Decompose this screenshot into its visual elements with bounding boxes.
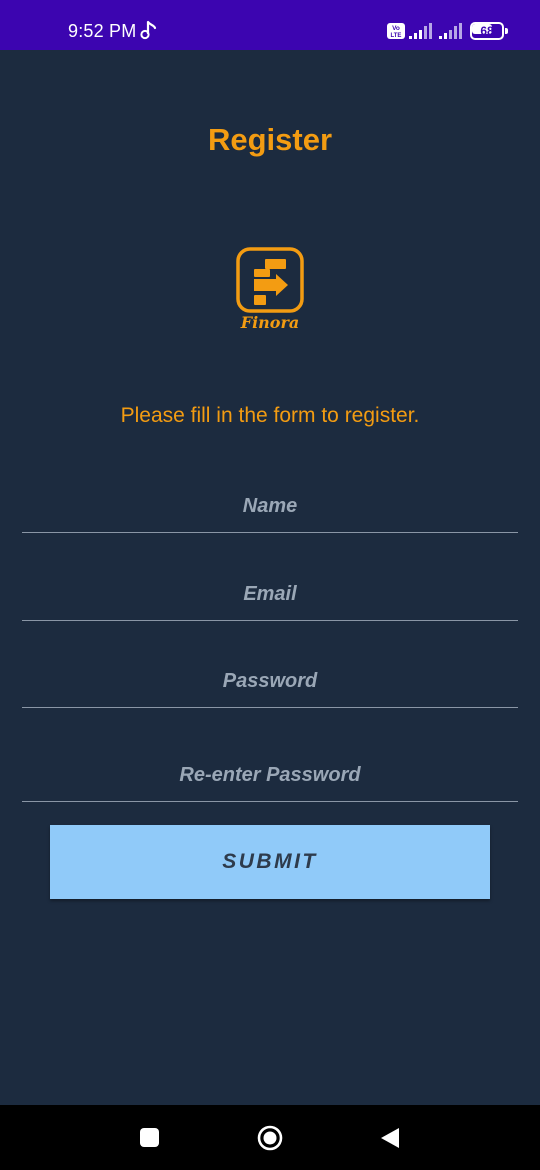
submit-button[interactable]: SUBMIT	[50, 825, 490, 899]
status-bar: 9:52 PM Vo LTE 68	[0, 0, 540, 50]
recents-icon[interactable]	[140, 1128, 159, 1147]
reenter-password-field	[22, 750, 518, 802]
finora-logo-icon	[236, 247, 304, 313]
status-time: 9:52 PM	[68, 21, 137, 41]
home-icon[interactable]	[257, 1125, 283, 1151]
password-field	[22, 656, 518, 708]
battery-icon: 68	[470, 22, 508, 40]
email-input[interactable]	[22, 569, 518, 620]
email-field	[22, 569, 518, 621]
music-note-icon	[140, 20, 157, 40]
name-input[interactable]	[22, 481, 518, 532]
navigation-bar	[0, 1105, 540, 1170]
name-field	[22, 481, 518, 533]
logo-text: Finora	[240, 313, 300, 332]
battery-level: 68	[480, 24, 494, 38]
signal-icon	[439, 23, 462, 39]
form-instructions: Please fill in the form to register.	[120, 404, 420, 427]
app-logo: Finora	[236, 247, 304, 337]
page-title: Register	[207, 122, 333, 157]
password-input[interactable]	[22, 656, 518, 707]
svg-text:LTE: LTE	[391, 33, 402, 39]
back-icon[interactable]	[380, 1127, 400, 1149]
reenter-password-input[interactable]	[22, 750, 518, 801]
volte-icon: Vo LTE	[387, 23, 405, 39]
signal-icon	[409, 23, 432, 39]
svg-text:Vo: Vo	[392, 25, 400, 32]
